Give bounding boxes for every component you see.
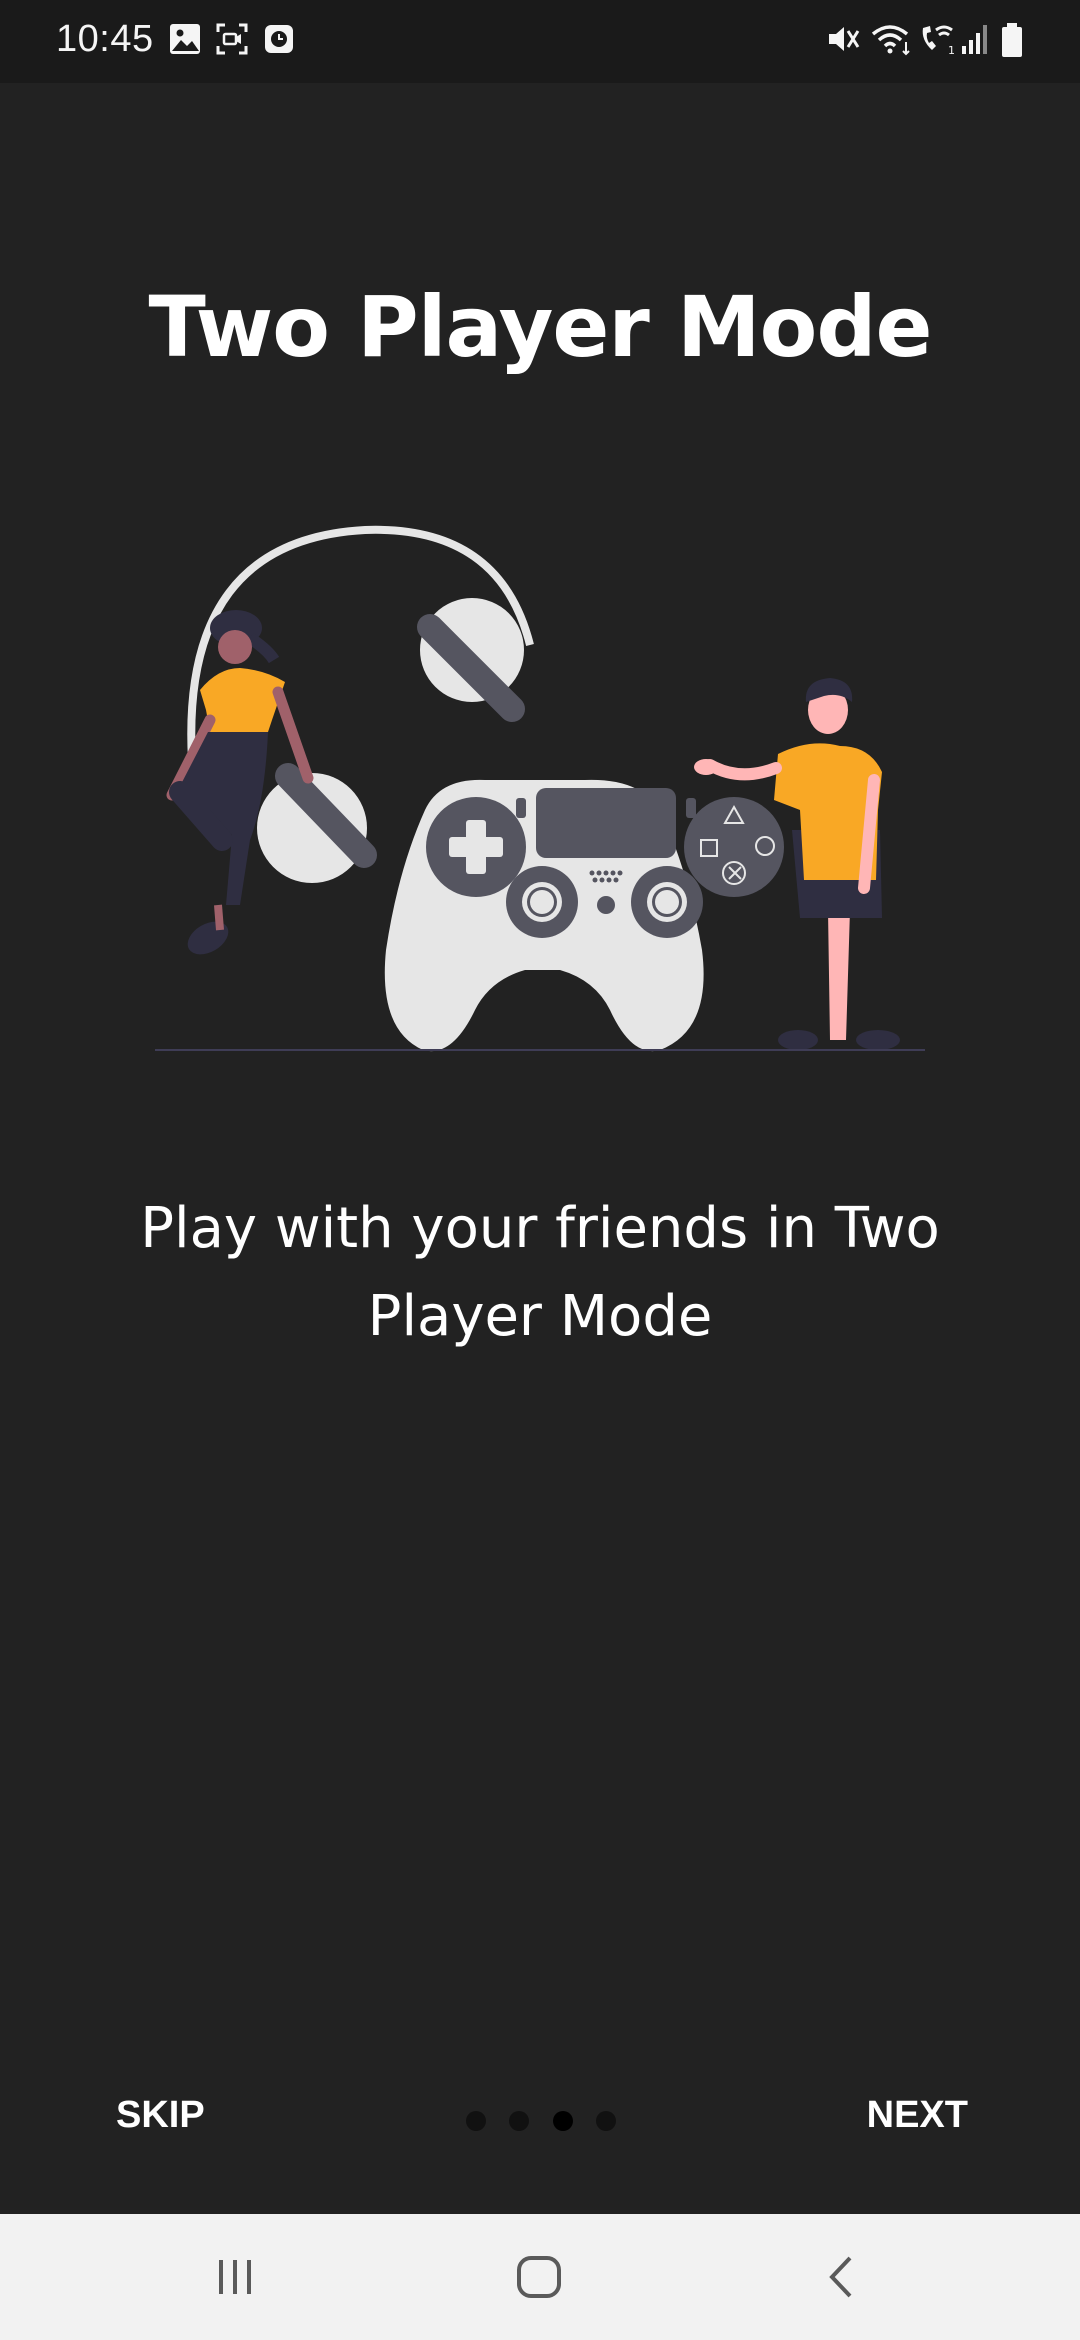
next-button[interactable]: NEXT [867,2094,968,2137]
onboarding-description: Play with your friends in Two Player Mod… [140,1196,940,1349]
screen-recorder-icon [216,23,248,55]
status-bar: 10:45 1 [0,0,1080,83]
page-indicator [466,2110,616,2132]
svg-text:1: 1 [948,44,955,56]
page-title: Two Player Mode [148,278,933,376]
recent-apps-icon[interactable] [212,2254,258,2300]
two-player-illustration [155,525,925,1052]
page-dot-1[interactable] [466,2111,486,2131]
status-time: 10:45 [56,18,154,60]
page-dot-3-active[interactable] [552,2111,573,2131]
system-nav-bar [0,2214,1080,2340]
wifi-calling-icon: 1 [922,25,955,56]
page-dot-4[interactable] [595,2111,616,2131]
back-icon[interactable] [820,2254,866,2300]
home-icon[interactable] [514,2254,564,2300]
gallery-icon [170,24,200,54]
battery-icon [1002,23,1022,57]
signal-icon [962,25,987,54]
clock-app-icon [265,25,293,53]
skip-button[interactable]: SKIP [116,2094,205,2137]
mute-icon [829,27,860,51]
page-dot-2[interactable] [509,2111,530,2131]
wifi-icon [871,25,910,56]
